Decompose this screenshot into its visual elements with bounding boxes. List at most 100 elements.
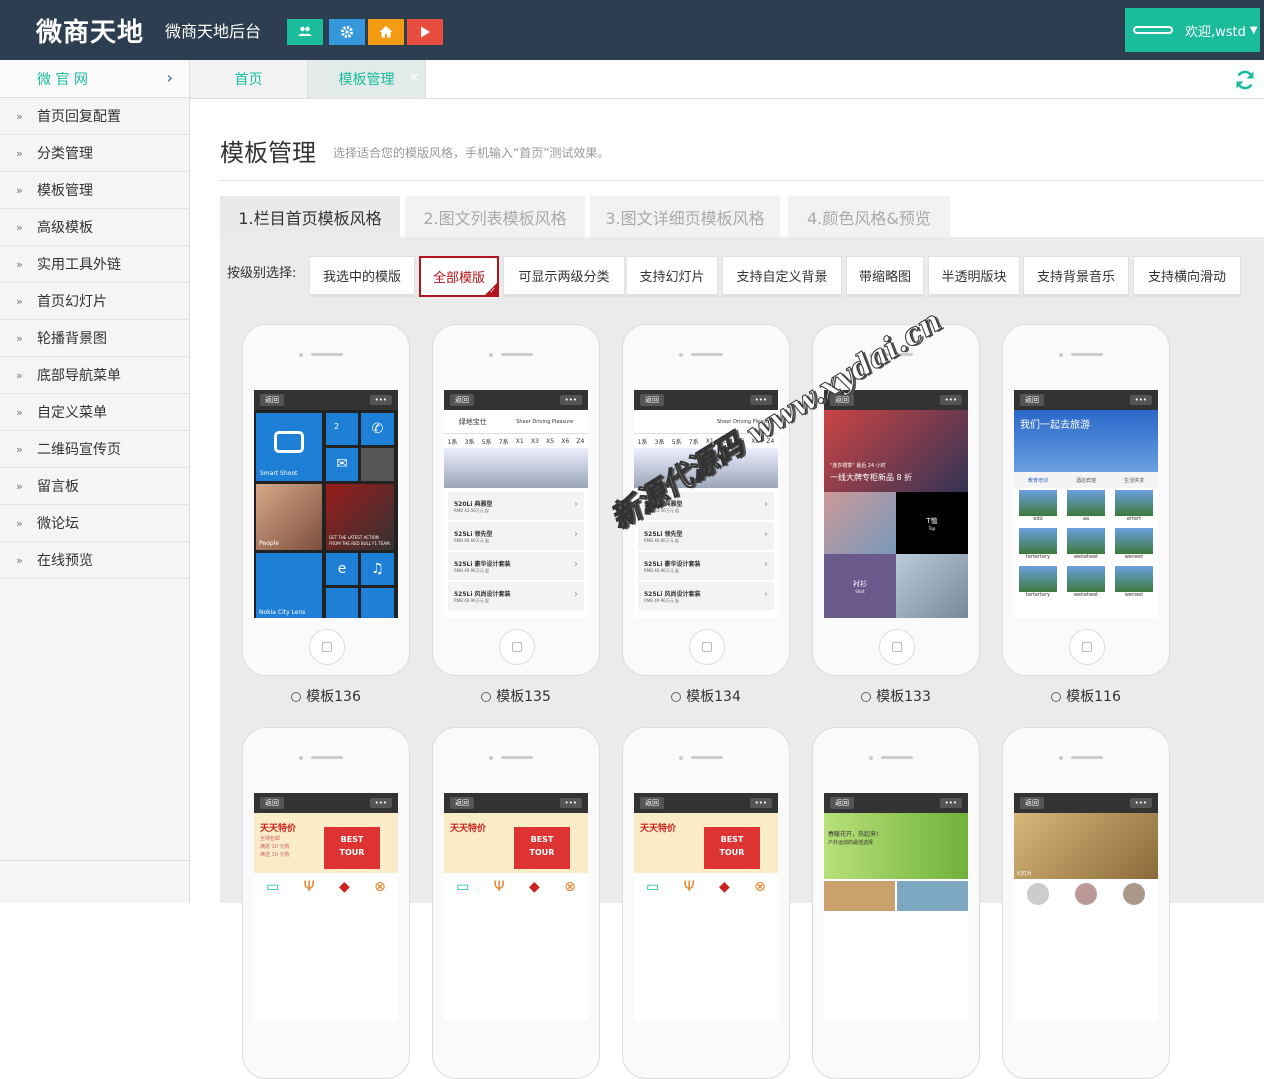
main-content: 模板管理 选择适合您的模版风格，手机输入“首页”测试效果。 1.栏目首页模板风格… <box>190 100 1264 1079</box>
gear-icon <box>341 26 353 38</box>
sidebar-header[interactable]: 微 官 网 › <box>0 60 189 98</box>
car-price: RMB 49.96万元 起 <box>644 597 679 603</box>
template-preview-136[interactable]: 返回 ••• Smart Shoot 2 ✆ ✉ People GET THE L… <box>242 324 410 676</box>
sidebar-item-label: 模板管理 <box>37 183 93 199</box>
template-preview-sale-1[interactable]: 返回 ••• 天天特价 全场包邮 满返 10 元购 满送 10 元购 BEST TO… <box>242 727 410 1079</box>
car-item: 525Li 领先型 RMB 46.66万元 起 › <box>638 522 774 550</box>
settings-button[interactable] <box>329 19 365 45</box>
sidebar-item[interactable]: » 在线预览 <box>0 542 189 579</box>
filter-thumbnail[interactable]: 带缩略图 <box>846 256 924 297</box>
phone-header: 返回 ••• <box>634 793 778 813</box>
smile-icon <box>274 431 304 453</box>
tile-photo <box>361 448 394 481</box>
thumbnail-label: ertert <box>1126 516 1142 522</box>
radio-icon[interactable] <box>671 692 682 702</box>
badge-count: 2 <box>334 422 340 431</box>
tile-label: Smart Shoot <box>260 470 298 477</box>
template-preview-135[interactable]: 返回 ••• 绿地宝仕 Sheer Driving Pleasure 1系 3系 5系… <box>432 324 600 676</box>
subtab-detail[interactable]: 3.图文详细页模板风格 <box>590 196 780 237</box>
speaker <box>1071 353 1103 356</box>
thumbnail-label: edd <box>1033 516 1043 522</box>
filter-translucent[interactable]: 半透明版块 <box>928 256 1020 297</box>
sidebar-item[interactable]: » 首页幻灯片 <box>0 283 189 320</box>
model-tab: 7系 <box>498 438 509 446</box>
avatar-placeholder <box>1133 26 1173 34</box>
radio-icon[interactable] <box>861 692 872 702</box>
filter-slides[interactable]: 支持幻灯片 <box>626 256 718 297</box>
sale-title: 天天特价 <box>640 824 677 834</box>
filter-all-templates[interactable]: 全部模版 ✓ <box>419 256 499 297</box>
model-tab: 5系 <box>671 438 682 446</box>
sidebar-item[interactable]: » 分类管理 <box>0 135 189 172</box>
model-tab: X5 <box>546 437 555 445</box>
more-label: ••• <box>369 798 392 808</box>
sidebar-item-label: 分类管理 <box>37 146 93 162</box>
tile-photo <box>896 554 968 618</box>
close-icon[interactable]: × <box>409 70 419 84</box>
tour-label: TOUR <box>339 848 365 857</box>
double-chevron-icon: » <box>16 479 23 493</box>
template-radio-135[interactable]: 模板135 <box>432 686 600 706</box>
template-preview-spring[interactable]: 返回 ••• 春暖花开，热起来! 户外运动的最佳选择 <box>812 727 980 1079</box>
sidebar-item[interactable]: » 留言板 <box>0 468 189 505</box>
category-tab: 生活供求 <box>1123 477 1144 484</box>
sidebar-item[interactable]: » 高级模板 <box>0 209 189 246</box>
home-button[interactable] <box>368 19 404 45</box>
filter-music[interactable]: 支持背景音乐 <box>1023 256 1129 297</box>
best-label: BEST <box>720 835 744 844</box>
user-menu[interactable]: 欢迎,wstd ▼ <box>1125 8 1260 52</box>
banner-title: 春暖花开，热起来! <box>828 831 879 838</box>
subtab-column-home[interactable]: 1.栏目首页模板风格 <box>220 196 400 237</box>
tab-home[interactable]: 首页 <box>190 60 308 98</box>
refresh-icon[interactable] <box>1234 69 1256 91</box>
home-icon <box>379 26 393 38</box>
tile-camera: Smart Shoot <box>256 413 322 481</box>
double-chevron-icon: » <box>16 516 23 530</box>
sidebar-item[interactable]: » 自定义菜单 <box>0 394 189 431</box>
template-radio-136[interactable]: 模板136 <box>242 686 410 706</box>
sidebar-item[interactable]: » 二维码宣传页 <box>0 431 189 468</box>
back-label: 返回 <box>260 394 284 406</box>
radio-icon[interactable] <box>291 692 302 702</box>
thumbnail-label: aa <box>1082 516 1090 522</box>
sidebar-item[interactable]: » 模板管理 <box>0 172 189 209</box>
ball-icon: ⊗ <box>564 879 576 895</box>
tile-label: Nokia City Lens <box>259 609 306 616</box>
filter-horizontal-slide[interactable]: 支持横向滑动 <box>1133 256 1241 297</box>
phone-header: 返回 ••• <box>254 390 398 410</box>
sale-banner: 天天特价 BEST TOUR <box>634 813 778 873</box>
filter-option-label: 半透明版块 <box>941 270 1007 285</box>
sidebar-item-label: 微论坛 <box>37 516 79 532</box>
filter-two-level[interactable]: 可显示两级分类 <box>503 256 625 297</box>
divider <box>220 180 1264 181</box>
filter-custom-bg[interactable]: 支持自定义背景 <box>722 256 842 297</box>
tile-tshirt: T恤 Top <box>896 492 968 554</box>
template-preview-116[interactable]: 返回 ••• 我们一起去旅游 教育培训 酒店宾馆 生活供求 edd aa ertert te… <box>1002 324 1170 676</box>
sidebar-item[interactable]: » 底部导航菜单 <box>0 357 189 394</box>
radio-icon[interactable] <box>481 692 492 702</box>
template-preview-sale-3[interactable]: 返回 ••• 天天特价 BEST TOUR ▭ Ψ ◆ ⊗ <box>622 727 790 1079</box>
filter-my-selected[interactable]: 我选中的模版 <box>309 256 415 297</box>
template-radio-116[interactable]: 模板116 <box>1002 686 1170 706</box>
car-price: RMB 49.96万元 起 <box>454 567 489 573</box>
chevron-right-icon: › <box>574 589 578 600</box>
bed-icon: ▭ <box>646 879 660 895</box>
subtab-color-preview[interactable]: 4.颜色风格&预览 <box>788 196 950 237</box>
sidebar-item[interactable]: » 首页回复配置 <box>0 98 189 135</box>
tab-template-manage[interactable]: 模板管理 × <box>308 60 426 98</box>
radio-icon[interactable] <box>1051 692 1062 702</box>
template-radio-133[interactable]: 模板133 <box>812 686 980 706</box>
template-radio-134[interactable]: 模板134 <box>622 686 790 706</box>
users-button[interactable] <box>287 19 323 45</box>
play-button[interactable] <box>407 19 443 45</box>
sidebar-item[interactable]: » 实用工具外链 <box>0 246 189 283</box>
thumbnail-image <box>1019 566 1057 592</box>
subtab-list[interactable]: 2.图文列表模板风格 <box>405 196 585 237</box>
sidebar-item-label: 自定义菜单 <box>37 405 107 421</box>
sidebar-item[interactable]: » 微论坛 <box>0 505 189 542</box>
template-preview-hotel[interactable]: 返回 ••• 幻灯片 <box>1002 727 1170 1079</box>
sidebar-item[interactable]: » 轮播背景图 <box>0 320 189 357</box>
template-preview-sale-2[interactable]: 返回 ••• 天天特价 BEST TOUR ▭ Ψ ◆ ⊗ <box>432 727 600 1079</box>
camera <box>679 756 683 760</box>
subtab-label: 2.图文列表模板风格 <box>423 208 567 228</box>
